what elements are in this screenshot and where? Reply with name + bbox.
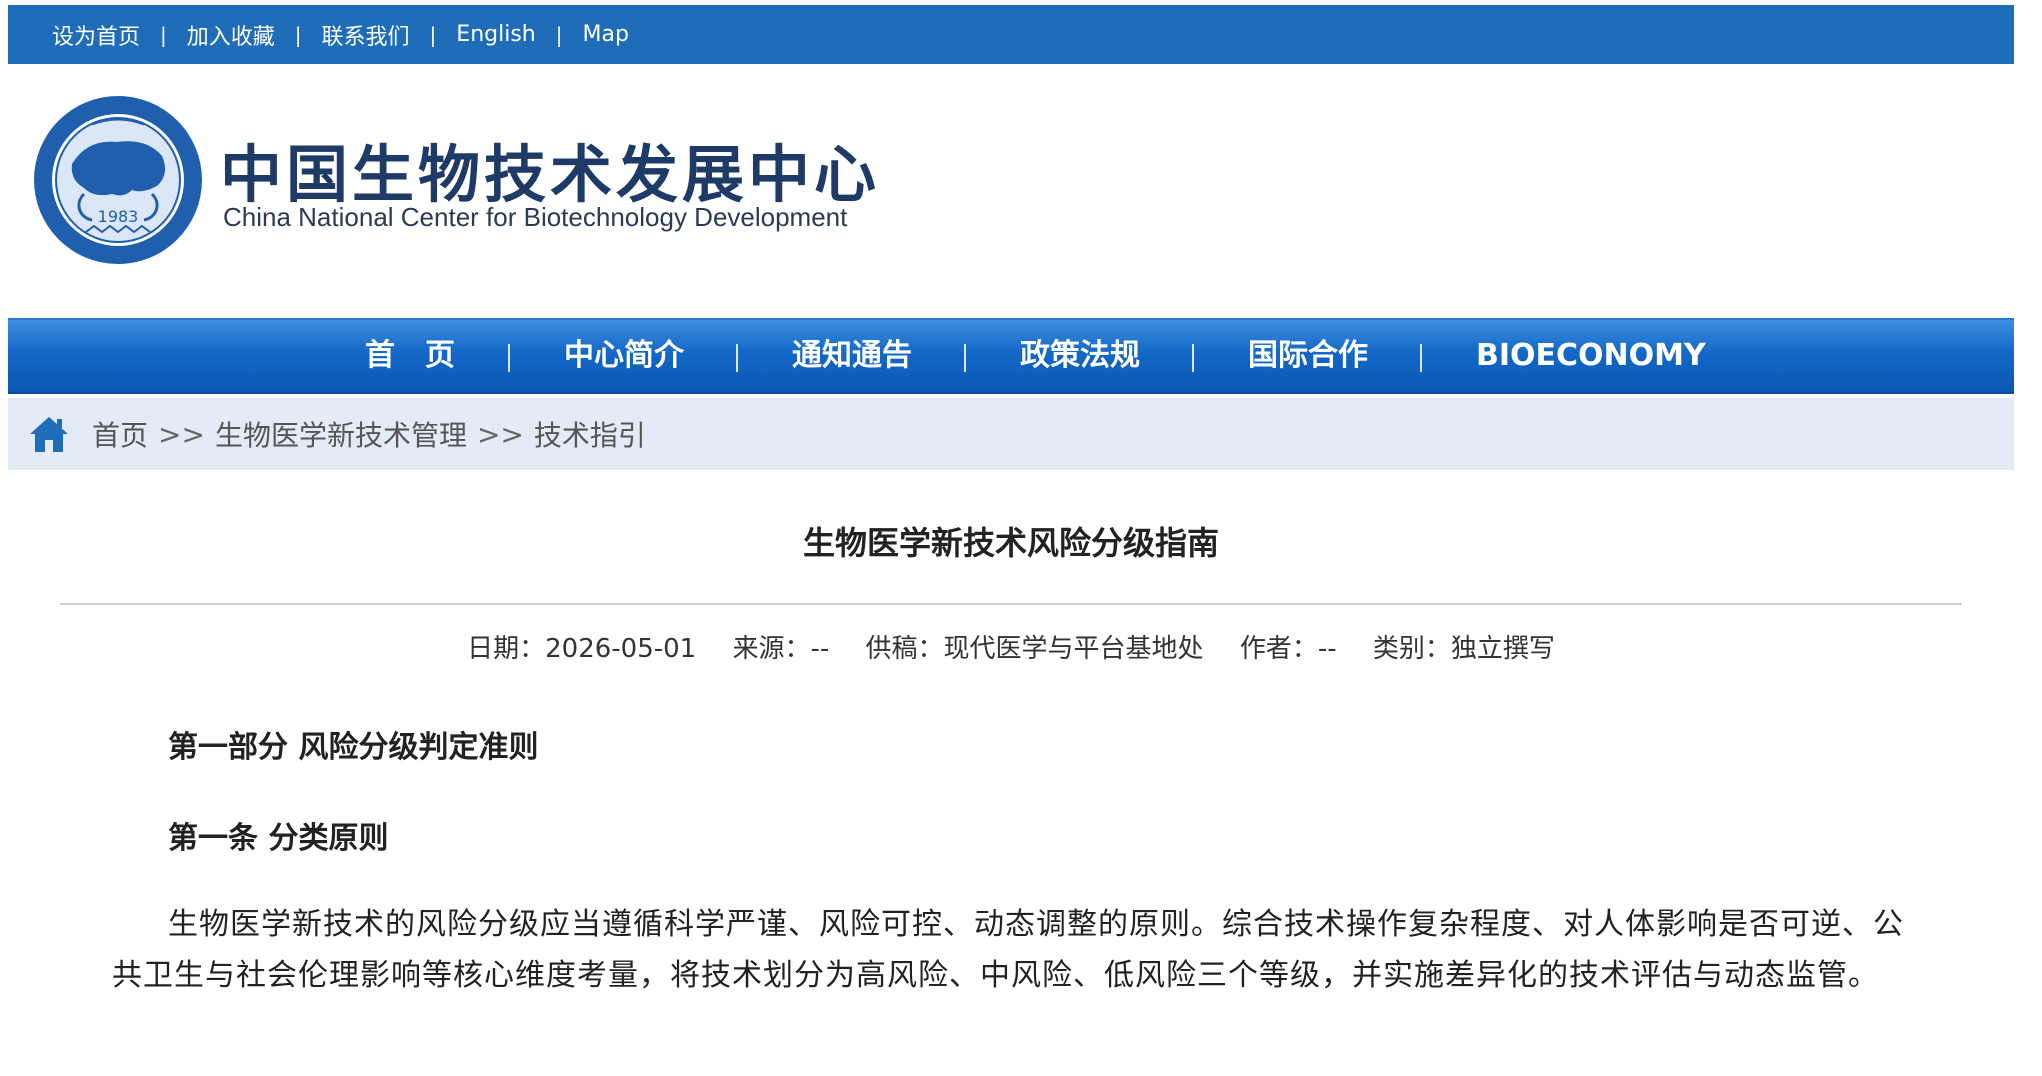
- breadcrumb-technical-guidance[interactable]: 技术指引: [534, 414, 646, 454]
- article-paragraph: 生物医学新技术的风险分级应当遵循科学严谨、风险可控、动态调整的原则。综合技术操作…: [112, 907, 1904, 993]
- meta-author: 作者：--: [1239, 634, 1337, 664]
- nav-item-about[interactable]: 中心简介: [564, 320, 684, 392]
- breadcrumb: 首页 >> 生物医学新技术管理 >> 技术指引: [8, 398, 2014, 470]
- top-utility-bar: 设为首页 | 加入收藏 | 联系我们 | English | Map: [8, 5, 2014, 64]
- title-divider: [60, 603, 1962, 605]
- site-title-cn: 中国生物技术发展中心: [220, 138, 881, 211]
- main-nav: 首 页 中心简介 通知通告 政策法规 国际合作 BIOECONOMY: [8, 318, 2014, 394]
- add-favorite-link[interactable]: 加入收藏: [187, 19, 275, 51]
- separator: |: [294, 22, 302, 47]
- nav-separator: [964, 344, 966, 372]
- meta-date: 日期：2026-05-01: [467, 634, 697, 664]
- article-heading: 第一条 分类原则: [168, 821, 389, 856]
- article-meta: 日期：2026-05-01 来源：-- 供稿：现代医学与平台基地处 作者：-- …: [8, 628, 2014, 665]
- site-title-en: China National Center for Biotechnology …: [223, 202, 848, 232]
- emblem-year: 1983: [98, 207, 139, 226]
- sitemap-link[interactable]: Map: [583, 22, 629, 47]
- breadcrumb-arrow: >>: [476, 417, 524, 451]
- separator: |: [429, 22, 437, 47]
- article-title: 生物医学新技术风险分级指南: [802, 524, 1219, 562]
- nav-separator: [1420, 344, 1422, 372]
- breadcrumb-arrow: >>: [158, 417, 205, 451]
- meta-contributor: 供稿：现代医学与平台基地处: [865, 634, 1204, 664]
- home-icon[interactable]: [28, 414, 70, 454]
- separator: |: [555, 22, 563, 47]
- center-emblem-logo[interactable]: 1983: [32, 94, 204, 266]
- breadcrumb-home[interactable]: 首页: [92, 414, 148, 454]
- nav-separator: [736, 344, 738, 372]
- contact-us-link[interactable]: 联系我们: [322, 19, 410, 51]
- site-header: 1983 中国生物技术发展中心 China National Center fo…: [8, 64, 2014, 318]
- nav-item-notices[interactable]: 通知通告: [792, 320, 912, 392]
- meta-category: 类别：独立撰写: [1372, 634, 1555, 664]
- part-heading: 第一部分 风险分级判定准则: [168, 730, 539, 765]
- nav-item-bioeconomy[interactable]: BIOECONOMY: [1476, 320, 1706, 392]
- nav-separator: [1192, 344, 1194, 372]
- nav-item-international[interactable]: 国际合作: [1248, 320, 1368, 392]
- breadcrumb-biomedical-management[interactable]: 生物医学新技术管理: [215, 414, 467, 454]
- nav-item-policies[interactable]: 政策法规: [1020, 320, 1140, 392]
- nav-separator: [508, 344, 510, 372]
- separator: |: [160, 22, 167, 47]
- english-link[interactable]: English: [456, 22, 535, 47]
- nav-item-home[interactable]: 首 页: [365, 320, 455, 392]
- meta-source: 来源：--: [732, 634, 830, 664]
- set-homepage-link[interactable]: 设为首页: [52, 19, 140, 51]
